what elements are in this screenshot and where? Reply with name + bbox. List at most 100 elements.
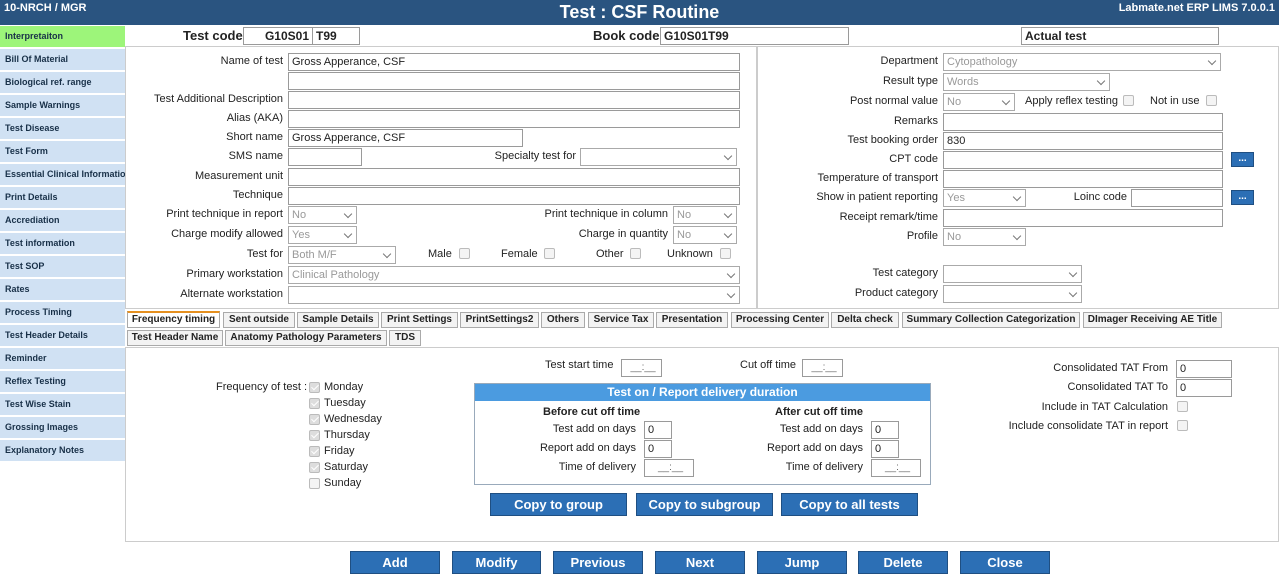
sidebar-item[interactable]: Rates bbox=[0, 279, 125, 300]
tab-test-header-name[interactable]: Test Header Name bbox=[127, 330, 223, 346]
cpt-lookup-button[interactable]: ... bbox=[1231, 152, 1254, 167]
after-test-add-field[interactable]: 0 bbox=[871, 421, 899, 439]
close-button[interactable]: Close bbox=[960, 551, 1050, 574]
friday-checkbox[interactable] bbox=[309, 446, 320, 457]
result-type-select[interactable]: Words bbox=[943, 73, 1110, 91]
sidebar-item[interactable]: Reflex Testing bbox=[0, 371, 125, 392]
name-of-test-field[interactable]: Gross Apperance, CSF bbox=[288, 53, 740, 71]
product-category-select[interactable] bbox=[943, 285, 1082, 303]
copy-to-subgroup-button[interactable]: Copy to subgroup bbox=[636, 493, 773, 516]
tab-print-settings[interactable]: Print Settings bbox=[381, 312, 458, 328]
sidebar-item[interactable]: Explanatory Notes bbox=[0, 440, 125, 461]
receipt-remark-field[interactable] bbox=[943, 209, 1223, 227]
sidebar-item[interactable]: Test Form bbox=[0, 141, 125, 162]
unknown-checkbox[interactable] bbox=[720, 248, 731, 259]
short-name-field[interactable]: Gross Apperance, CSF bbox=[288, 129, 523, 147]
add-button[interactable]: Add bbox=[350, 551, 440, 574]
apply-reflex-checkbox[interactable] bbox=[1123, 95, 1134, 106]
tab-dimager-ae-title[interactable]: DImager Receiving AE Title bbox=[1083, 312, 1222, 328]
sidebar-item[interactable]: Interpretaiton bbox=[0, 26, 125, 47]
before-time-delivery-field[interactable]: __:__ bbox=[644, 459, 694, 477]
cpt-code-field[interactable] bbox=[943, 151, 1223, 169]
tat-to-field[interactable]: 0 bbox=[1176, 379, 1232, 397]
sms-name-field[interactable] bbox=[288, 148, 362, 166]
sidebar-item[interactable]: Test information bbox=[0, 233, 125, 254]
sidebar-item[interactable]: Grossing Images bbox=[0, 417, 125, 438]
cutoff-time-field[interactable]: __:__ bbox=[802, 359, 843, 377]
charge-modify-select[interactable]: Yes bbox=[288, 226, 357, 244]
name-of-test-extra-field[interactable] bbox=[288, 72, 740, 90]
sidebar-item[interactable]: Test Disease bbox=[0, 118, 125, 139]
tab-summary-collection[interactable]: Summary Collection Categorization bbox=[902, 312, 1080, 328]
sidebar-item[interactable]: Reminder bbox=[0, 348, 125, 369]
technique-field[interactable] bbox=[288, 187, 740, 205]
tab-sent-outside[interactable]: Sent outside bbox=[223, 312, 295, 328]
sidebar-item[interactable]: Test SOP bbox=[0, 256, 125, 277]
tab-tds[interactable]: TDS bbox=[389, 330, 421, 346]
tab-presentation[interactable]: Presentation bbox=[656, 312, 728, 328]
saturday-checkbox[interactable] bbox=[309, 462, 320, 473]
wednesday-checkbox[interactable] bbox=[309, 414, 320, 425]
loinc-lookup-button[interactable]: ... bbox=[1231, 190, 1254, 205]
tuesday-checkbox[interactable] bbox=[309, 398, 320, 409]
copy-to-group-button[interactable]: Copy to group bbox=[490, 493, 627, 516]
tab-delta-check[interactable]: Delta check bbox=[831, 312, 899, 328]
not-in-use-checkbox[interactable] bbox=[1206, 95, 1217, 106]
test-for-select[interactable]: Both M/F bbox=[288, 246, 396, 264]
remarks-field[interactable] bbox=[943, 113, 1223, 131]
after-report-add-field[interactable]: 0 bbox=[871, 440, 899, 458]
book-code-field[interactable]: G10S01T99 bbox=[660, 27, 849, 45]
measurement-unit-field[interactable] bbox=[288, 168, 740, 186]
tab-processing-center[interactable]: Processing Center bbox=[731, 312, 829, 328]
sidebar-item[interactable]: Accrediation bbox=[0, 210, 125, 231]
charge-quantity-select[interactable]: No bbox=[673, 226, 737, 244]
sidebar-item[interactable]: Biological ref. range bbox=[0, 72, 125, 93]
sidebar-item[interactable]: Process Timing bbox=[0, 302, 125, 323]
additional-description-field[interactable] bbox=[288, 91, 740, 109]
female-checkbox[interactable] bbox=[544, 248, 555, 259]
tab-anatomy-pathology[interactable]: Anatomy Pathology Parameters bbox=[225, 330, 387, 346]
test-code-suffix-field[interactable]: T99 bbox=[312, 27, 360, 45]
previous-button[interactable]: Previous bbox=[553, 551, 643, 574]
sidebar-item[interactable]: Bill Of Material bbox=[0, 49, 125, 70]
alternate-workstation-select[interactable] bbox=[288, 286, 740, 304]
tab-service-tax[interactable]: Service Tax bbox=[588, 312, 654, 328]
delete-button[interactable]: Delete bbox=[858, 551, 948, 574]
include-tat-checkbox[interactable] bbox=[1177, 401, 1188, 412]
sunday-checkbox[interactable] bbox=[309, 478, 320, 489]
other-checkbox[interactable] bbox=[630, 248, 641, 259]
print-technique-column-select[interactable]: No bbox=[673, 206, 737, 224]
post-normal-select[interactable]: No bbox=[943, 93, 1015, 111]
tab-print-settings-2[interactable]: PrintSettings2 bbox=[460, 312, 539, 328]
before-test-add-field[interactable]: 0 bbox=[644, 421, 672, 439]
sidebar-item[interactable]: Sample Warnings bbox=[0, 95, 125, 116]
show-patient-select[interactable]: Yes bbox=[943, 189, 1026, 207]
actual-test-field[interactable]: Actual test bbox=[1021, 27, 1219, 45]
tab-others[interactable]: Others bbox=[541, 312, 585, 328]
print-technique-report-select[interactable]: No bbox=[288, 206, 357, 224]
sidebar-item[interactable]: Print Details bbox=[0, 187, 125, 208]
tab-frequency-timing[interactable]: Frequency timing bbox=[127, 311, 220, 328]
specialty-select[interactable] bbox=[580, 148, 737, 166]
booking-order-field[interactable]: 830 bbox=[943, 132, 1223, 150]
test-category-select[interactable] bbox=[943, 265, 1082, 283]
monday-checkbox[interactable] bbox=[309, 382, 320, 393]
alias-field[interactable] bbox=[288, 110, 740, 128]
sidebar-item[interactable]: Test Header Details bbox=[0, 325, 125, 346]
loinc-code-field[interactable] bbox=[1131, 189, 1223, 207]
sidebar-item[interactable]: Essential Clinical Information bbox=[0, 164, 125, 185]
copy-to-all-tests-button[interactable]: Copy to all tests bbox=[781, 493, 918, 516]
jump-button[interactable]: Jump bbox=[757, 551, 847, 574]
profile-select[interactable]: No bbox=[943, 228, 1026, 246]
test-code-field[interactable]: G10S01 bbox=[243, 27, 313, 45]
after-time-delivery-field[interactable]: __:__ bbox=[871, 459, 921, 477]
sidebar-item[interactable]: Test Wise Stain bbox=[0, 394, 125, 415]
before-report-add-field[interactable]: 0 bbox=[644, 440, 672, 458]
modify-button[interactable]: Modify bbox=[452, 551, 541, 574]
male-checkbox[interactable] bbox=[459, 248, 470, 259]
primary-workstation-select[interactable]: Clinical Pathology bbox=[288, 266, 740, 284]
department-select[interactable]: Cytopathology bbox=[943, 53, 1221, 71]
include-consolidate-checkbox[interactable] bbox=[1177, 420, 1188, 431]
tat-from-field[interactable]: 0 bbox=[1176, 360, 1232, 378]
tab-sample-details[interactable]: Sample Details bbox=[297, 312, 379, 328]
